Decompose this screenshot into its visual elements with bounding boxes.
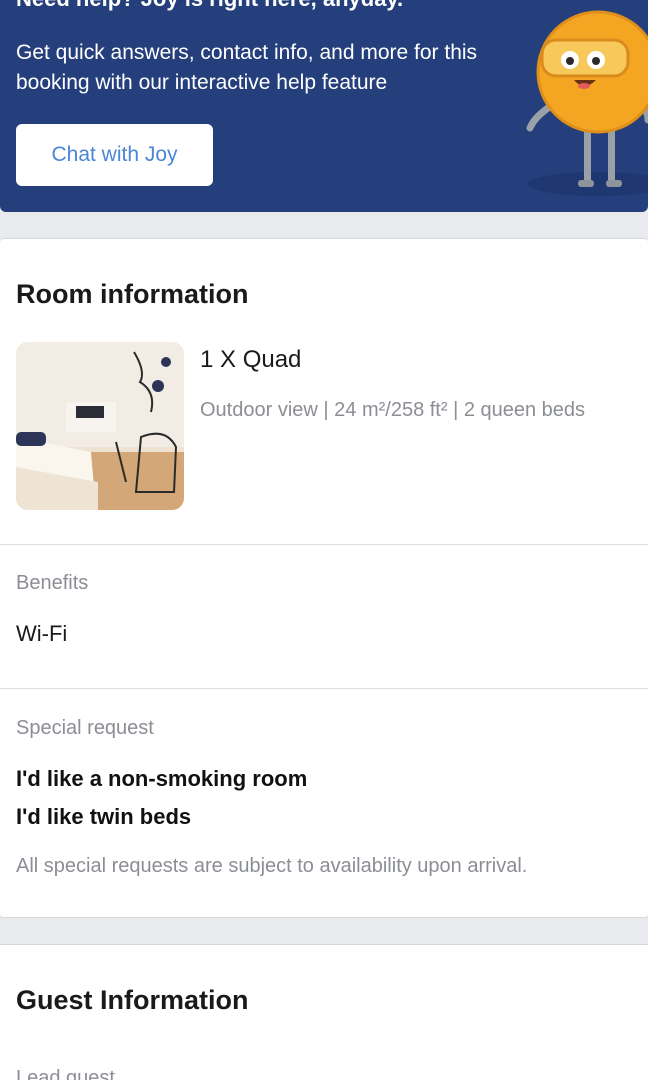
special-request-label: Special request xyxy=(16,717,154,739)
room-name: 1 X Quad xyxy=(200,346,302,373)
guest-information-title: Guest Information xyxy=(16,985,249,1015)
benefit-item: Wi-Fi xyxy=(16,621,68,646)
help-description: Get quick answers, contact info, and mor… xyxy=(16,41,478,94)
joy-mascot-icon xyxy=(526,10,648,196)
help-heading: Need help? Joy is right here, anyday. xyxy=(16,0,403,12)
booking-details-page: Need help? Joy is right here, anyday. Ge… xyxy=(0,0,648,1080)
room-details: Outdoor view | 24 m²/258 ft² | 2 queen b… xyxy=(200,399,586,421)
special-request-note: All special requests are subject to avai… xyxy=(16,855,528,877)
room-information-title: Room information xyxy=(16,279,249,309)
lead-guest-label: Lead guest xyxy=(16,1067,115,1080)
help-banner: Need help? Joy is right here, anyday. Ge… xyxy=(0,0,648,212)
special-request-item: I'd like a non-smoking room xyxy=(16,766,308,791)
room-photo[interactable] xyxy=(16,342,184,510)
divider xyxy=(0,688,648,689)
room-information-card: Room information 1 X Quad Outdoor view |… xyxy=(0,238,648,918)
benefits-label: Benefits xyxy=(16,572,89,594)
divider xyxy=(0,544,648,545)
special-request-item: I'd like twin beds xyxy=(16,804,192,829)
chat-with-joy-button[interactable]: Chat with Joy xyxy=(16,124,213,186)
guest-information-card: Guest Information Lead guest xyxy=(0,944,648,1080)
